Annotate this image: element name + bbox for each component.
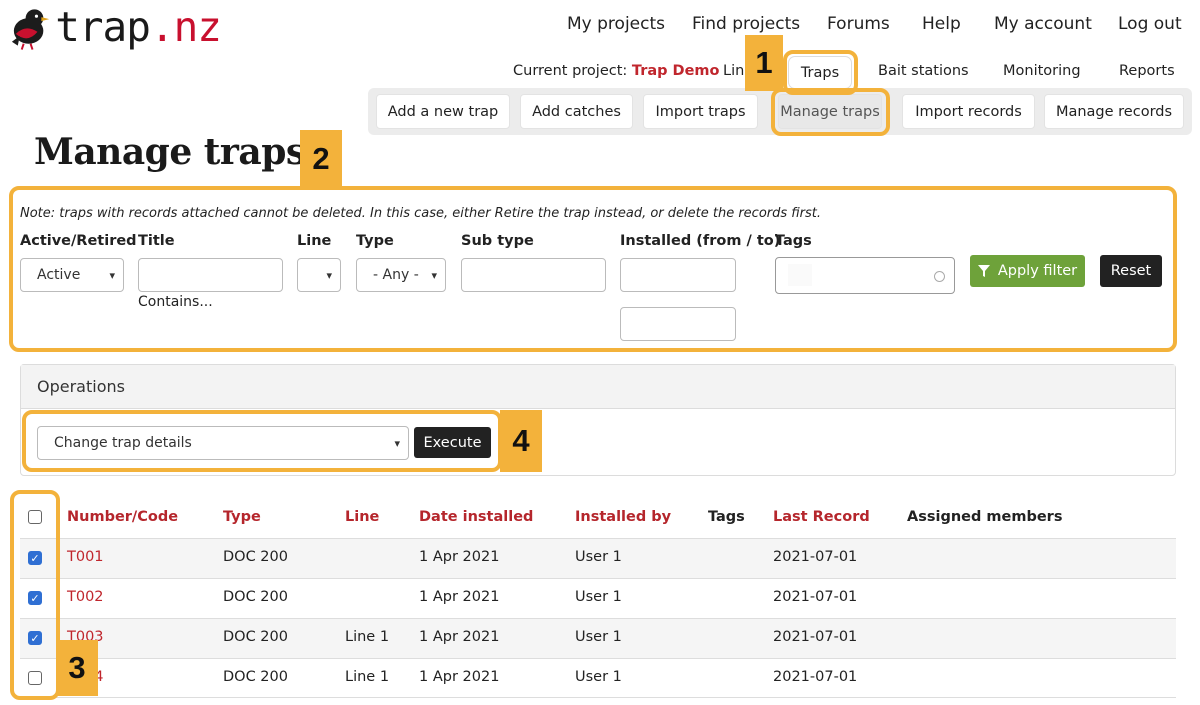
- subtype-label: Sub type: [461, 233, 534, 249]
- trap-installed-by: User 1: [575, 589, 622, 605]
- subtype-input[interactable]: [461, 258, 606, 292]
- trap-type: DOC 200: [223, 669, 288, 685]
- trap-type: DOC 200: [223, 629, 288, 645]
- nav-log-out[interactable]: Log out: [1118, 14, 1182, 40]
- logo-wordmark: trap.nz: [55, 3, 222, 51]
- type-label: Type: [356, 233, 394, 249]
- installed-from-input[interactable]: [620, 258, 736, 292]
- add-catches-button[interactable]: Add catches: [520, 94, 633, 129]
- site-logo[interactable]: trap.nz: [6, 2, 222, 52]
- project-name[interactable]: Trap Demo: [632, 63, 720, 79]
- type-select[interactable]: - Any - ▾: [356, 258, 446, 292]
- col-type[interactable]: Type: [223, 509, 261, 525]
- col-tags: Tags: [708, 509, 745, 525]
- active-retired-select[interactable]: Active ▾: [20, 258, 124, 292]
- col-date-installed[interactable]: Date installed: [419, 509, 533, 525]
- trap-code-link[interactable]: T001: [67, 549, 104, 565]
- tab-monitoring[interactable]: Monitoring: [1003, 63, 1081, 79]
- chevron-down-icon: ▾: [431, 268, 437, 282]
- col-number-code[interactable]: Number/Code: [67, 509, 178, 525]
- col-line[interactable]: Line: [345, 509, 379, 525]
- chevron-down-icon: ▾: [326, 268, 332, 282]
- trap-line: Line 1: [345, 669, 390, 685]
- callout-badge-4: 4: [500, 410, 542, 472]
- chevron-down-icon: ▾: [394, 436, 400, 450]
- operations-title: Operations: [37, 377, 125, 396]
- filter-icon: [977, 264, 990, 277]
- col-assigned-members: Assigned members: [907, 509, 1063, 525]
- apply-filter-label: Apply filter: [997, 263, 1078, 279]
- tags-label: Tags: [775, 233, 812, 249]
- col-last-record[interactable]: Last Record: [773, 509, 870, 525]
- line-label: Line: [297, 233, 332, 249]
- installed-to-input[interactable]: [620, 307, 736, 341]
- current-project: Current project: Trap Demo: [513, 63, 720, 79]
- trap-type: DOC 200: [223, 589, 288, 605]
- chevron-down-icon: ▾: [109, 268, 115, 282]
- manage-records-button[interactable]: Manage records: [1044, 94, 1184, 129]
- tab-reports[interactable]: Reports: [1119, 63, 1175, 79]
- trap-last-record: 2021-07-01: [773, 629, 858, 645]
- import-traps-button[interactable]: Import traps: [643, 94, 758, 129]
- trap-type: DOC 200: [223, 549, 288, 565]
- trap-last-record: 2021-07-01: [773, 669, 858, 685]
- trap-date: 1 Apr 2021: [419, 629, 500, 645]
- installed-label: Installed (from / to): [620, 233, 781, 249]
- current-project-label: Current project:: [513, 63, 628, 79]
- callout-badge-2: 2: [300, 130, 342, 188]
- add-new-trap-button[interactable]: Add a new trap: [376, 94, 510, 129]
- operation-select[interactable]: Change trap details ▾: [37, 426, 409, 460]
- trap-last-record: 2021-07-01: [773, 589, 858, 605]
- tags-input[interactable]: [775, 257, 955, 294]
- tab-lines[interactable]: Lin: [723, 63, 744, 79]
- type-value: - Any -: [373, 267, 419, 283]
- operation-value: Change trap details: [54, 435, 192, 451]
- trap-date: 1 Apr 2021: [419, 589, 500, 605]
- nav-my-account[interactable]: My account: [994, 14, 1092, 40]
- checkbox-column-highlight: [10, 490, 60, 700]
- callout-frame-1b: [771, 88, 890, 136]
- page-title: Manage traps: [34, 131, 306, 173]
- trap-last-record: 2021-07-01: [773, 549, 858, 565]
- loading-indicator-icon: [934, 271, 945, 282]
- filter-note: Note: traps with records attached cannot…: [20, 206, 822, 221]
- trap-date: 1 Apr 2021: [419, 669, 500, 685]
- callout-badge-3: 3: [56, 640, 98, 696]
- tags-token-area: [788, 264, 812, 286]
- title-input[interactable]: [138, 258, 283, 292]
- reset-button[interactable]: Reset: [1100, 255, 1162, 287]
- col-installed-by[interactable]: Installed by: [575, 509, 671, 525]
- title-label: Title: [138, 233, 175, 249]
- title-contains-hint: Contains...: [138, 294, 213, 310]
- trap-installed-by: User 1: [575, 549, 622, 565]
- apply-filter-button[interactable]: Apply filter: [970, 255, 1085, 287]
- execute-button[interactable]: Execute: [414, 427, 491, 458]
- bird-icon: [11, 9, 50, 50]
- nav-my-projects[interactable]: My projects: [567, 14, 665, 40]
- line-select[interactable]: ▾: [297, 258, 341, 292]
- trap-installed-by: User 1: [575, 669, 622, 685]
- active-retired-value: Active: [37, 267, 81, 283]
- trap-code-link[interactable]: T002: [67, 589, 104, 605]
- nav-forums[interactable]: Forums: [827, 14, 890, 40]
- trap-line: Line 1: [345, 629, 390, 645]
- nav-help[interactable]: Help: [922, 14, 961, 40]
- tab-bait-stations[interactable]: Bait stations: [878, 63, 969, 79]
- operations-header: [21, 365, 1175, 409]
- trap-date: 1 Apr 2021: [419, 549, 500, 565]
- trap-installed-by: User 1: [575, 629, 622, 645]
- active-retired-label: Active/Retired: [20, 233, 137, 249]
- callout-badge-1: 1: [745, 35, 783, 91]
- import-records-button[interactable]: Import records: [902, 94, 1035, 129]
